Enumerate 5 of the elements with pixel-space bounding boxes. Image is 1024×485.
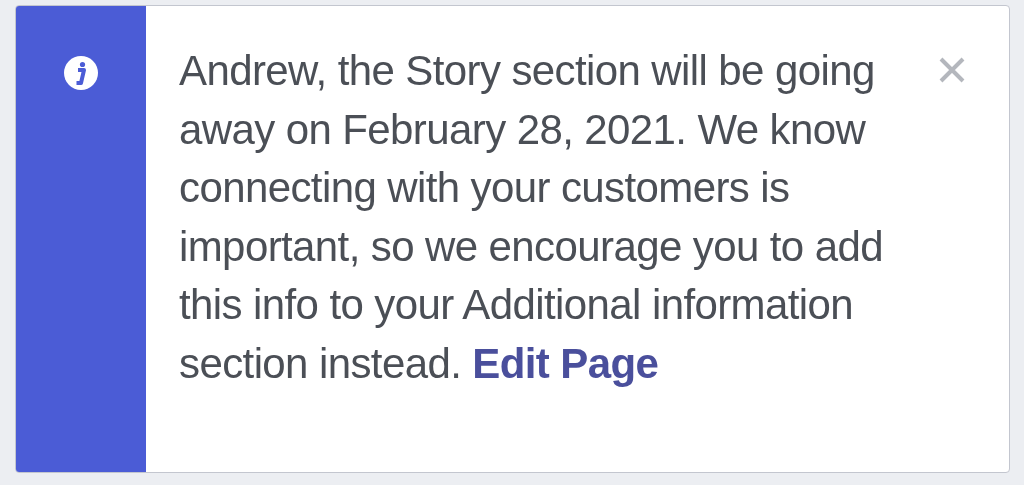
info-icon xyxy=(63,55,99,91)
close-icon xyxy=(937,55,967,85)
notice-text: Andrew, the Story section will be going away on February 28, 2021. We know connecting with your customers is important, so we encourage you to add this info to your Additional information section instead. Edit Page xyxy=(179,46,884,389)
edit-page-link[interactable]: Edit Page xyxy=(472,339,659,387)
close-button[interactable] xyxy=(937,55,967,85)
